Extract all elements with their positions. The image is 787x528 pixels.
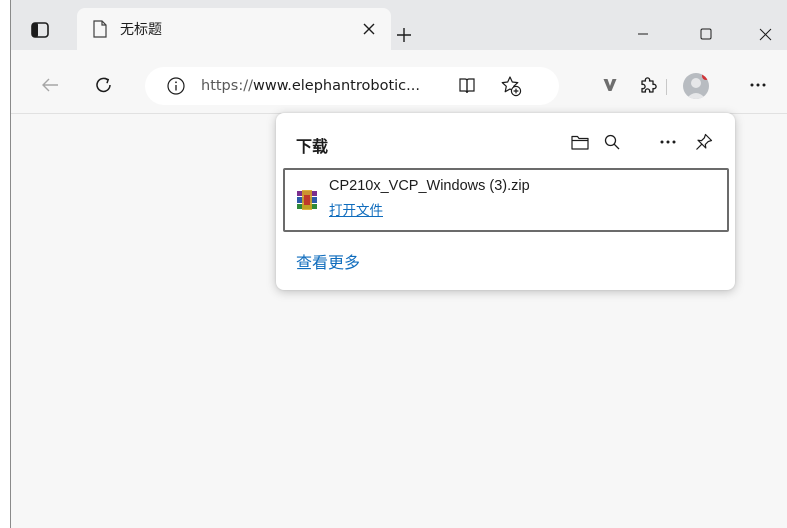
refresh-icon — [96, 77, 111, 93]
open-downloads-folder-button[interactable] — [568, 130, 592, 154]
tab-title: 无标题 — [120, 22, 162, 38]
folder-icon — [571, 135, 589, 150]
maximize-button[interactable] — [691, 22, 721, 46]
open-file-link[interactable]: 打开文件 — [329, 199, 383, 219]
pin-icon — [696, 133, 713, 150]
plus-icon — [397, 28, 411, 42]
archive-icon — [297, 190, 317, 210]
browser-window: 无标题 https://www.elephantrobotic... 下载 CP… — [10, 0, 787, 528]
tab-actions-icon — [31, 22, 49, 38]
maximize-icon — [700, 28, 712, 40]
downloads-more-button[interactable] — [656, 130, 680, 154]
url-domain: www.elephantrobotic... — [252, 78, 420, 94]
minimize-button[interactable] — [628, 22, 658, 46]
info-icon[interactable] — [167, 77, 185, 95]
avatar-badge — [702, 73, 709, 80]
page-icon — [93, 20, 107, 38]
downloads-panel: 下载 CP210x_VCP_Windows (3).zip 打开文件 查看更多 — [276, 113, 735, 290]
close-icon — [759, 28, 771, 40]
extensions-button[interactable] — [633, 70, 663, 100]
settings-more-button[interactable] — [743, 70, 773, 100]
close-window-button[interactable] — [750, 22, 780, 46]
back-arrow-icon — [42, 78, 58, 92]
add-favorite-icon[interactable] — [500, 75, 522, 97]
downloads-title: 下载 — [296, 137, 329, 156]
puzzle-icon — [641, 77, 657, 93]
search-icon — [604, 134, 620, 150]
tab-close-button[interactable] — [359, 19, 379, 39]
immersive-reader-icon[interactable] — [457, 77, 477, 95]
more-icon — [750, 83, 766, 87]
search-downloads-button[interactable] — [600, 130, 624, 154]
more-icon — [660, 140, 676, 144]
toolbar-separator — [666, 79, 667, 95]
see-more-link[interactable]: 查看更多 — [296, 249, 360, 273]
avatar[interactable] — [683, 73, 709, 99]
extension-v-icon — [603, 79, 617, 91]
new-tab-button[interactable] — [389, 20, 419, 50]
download-file-name: CP210x_VCP_Windows (3).zip — [329, 178, 530, 194]
url-protocol: https:// — [201, 78, 253, 94]
pin-downloads-button[interactable] — [692, 130, 716, 154]
tab-actions-button[interactable] — [25, 16, 55, 44]
extension-v-button[interactable] — [595, 70, 625, 100]
title-bar: 无标题 — [11, 0, 787, 50]
minimize-icon — [638, 33, 648, 35]
address-bar[interactable]: https://www.elephantrobotic... — [145, 67, 559, 105]
toolbar: https://www.elephantrobotic... — [11, 50, 787, 114]
url-text[interactable]: https://www.elephantrobotic... — [201, 78, 420, 94]
close-icon — [363, 23, 375, 35]
tab-active[interactable]: 无标题 — [77, 8, 391, 50]
back-button[interactable] — [35, 70, 65, 100]
refresh-button[interactable] — [89, 70, 119, 100]
download-item[interactable]: CP210x_VCP_Windows (3).zip 打开文件 — [283, 168, 729, 232]
